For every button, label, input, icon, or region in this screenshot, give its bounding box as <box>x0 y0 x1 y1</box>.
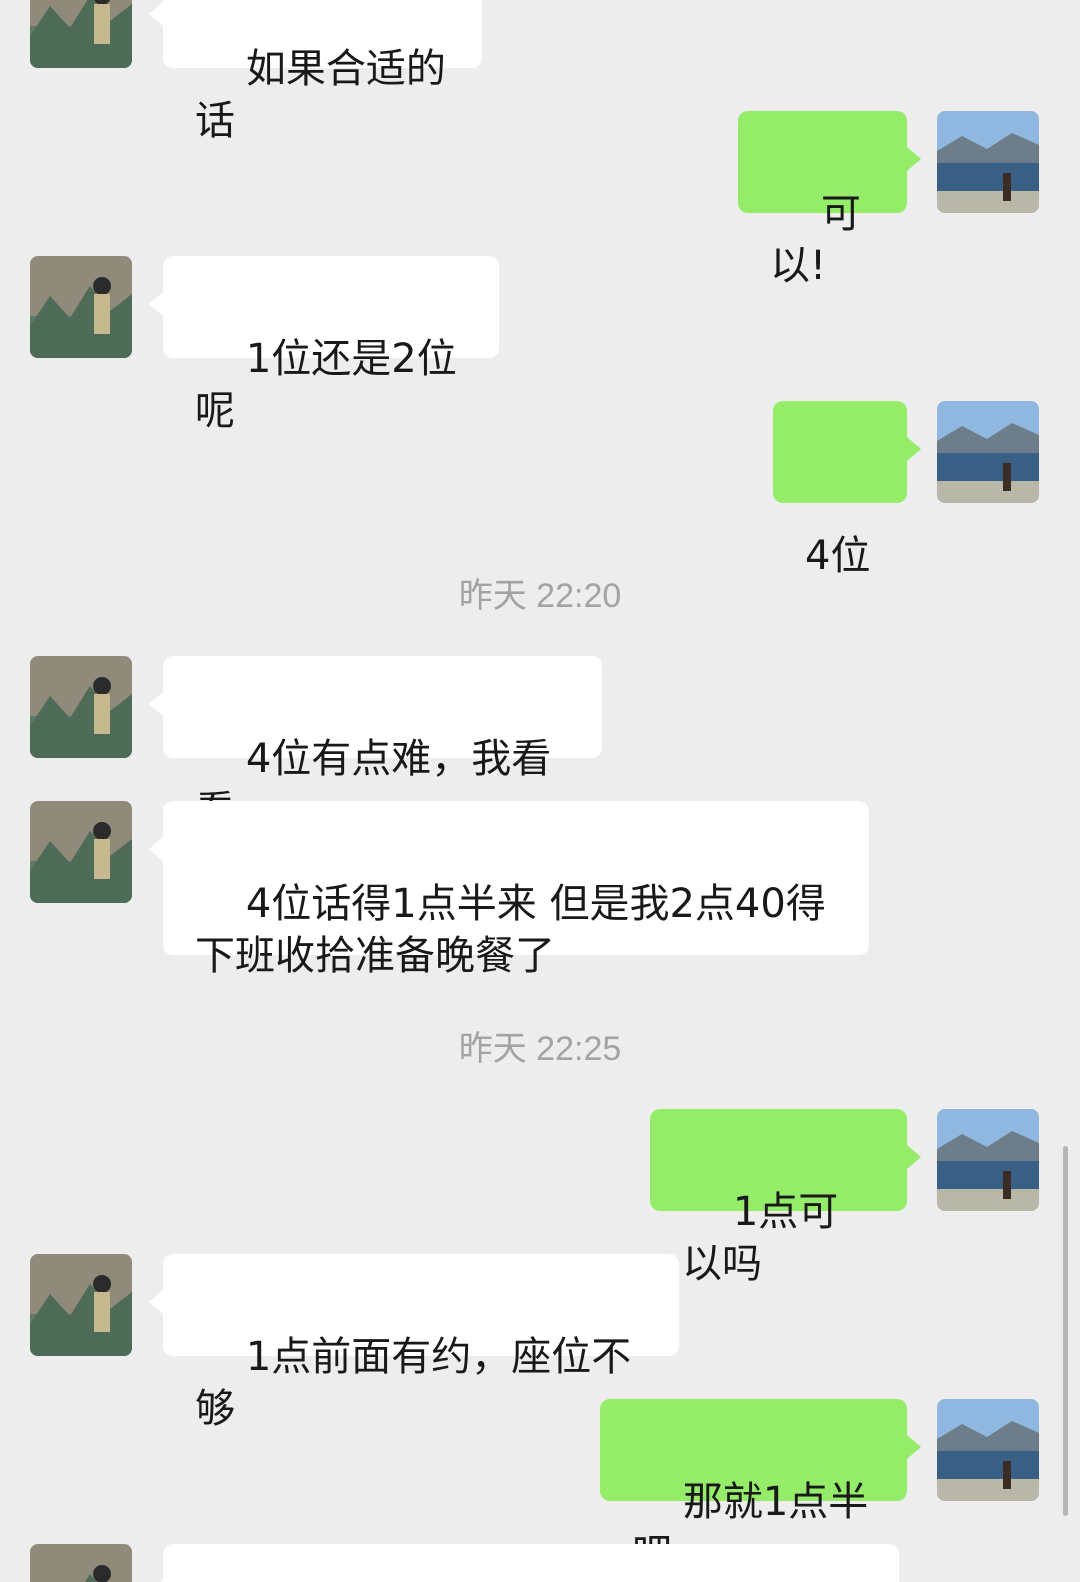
outgoing-message-bubble[interactable]: 4位 <box>773 401 921 579</box>
contact-avatar[interactable] <box>30 256 132 358</box>
painted-landscape-avatar-icon <box>30 1254 132 1356</box>
incoming-message-bubble[interactable]: 如果合适的话 <box>149 0 482 144</box>
painted-landscape-avatar-icon <box>30 801 132 903</box>
painted-landscape-avatar-icon <box>30 1544 132 1582</box>
lake-mountain-avatar-icon <box>937 1109 1039 1211</box>
my-avatar[interactable] <box>937 401 1039 503</box>
incoming-message-bubble[interactable]: 4位有点难，我看看 <box>149 656 602 834</box>
message-text: 可以! <box>770 191 861 289</box>
painted-landscape-avatar-icon <box>30 656 132 758</box>
incoming-message-bubble[interactable]: 1点前面有约，座位不够 <box>149 1254 679 1432</box>
incoming-message-bubble[interactable]: 4位话得1点半来 但是我2点40得 下班收拾准备晚餐了 <box>149 801 869 979</box>
message-text: 4位话得1点半来 但是我2点40得 下班收拾准备晚餐了 <box>195 881 826 979</box>
painted-landscape-avatar-icon <box>30 0 132 68</box>
my-avatar[interactable] <box>937 1399 1039 1501</box>
contact-avatar[interactable] <box>30 1254 132 1356</box>
timestamp: 昨天 22:25 <box>458 1030 622 1068</box>
contact-avatar[interactable] <box>30 801 132 903</box>
lake-mountain-avatar-icon <box>937 1399 1039 1501</box>
outgoing-message-bubble[interactable]: 1点可以吗 <box>650 1109 921 1287</box>
contact-avatar[interactable] <box>30 1544 132 1582</box>
my-avatar[interactable] <box>937 1109 1039 1211</box>
message-text: 1点可以吗 <box>682 1189 839 1287</box>
timestamp: 昨天 22:20 <box>458 577 622 615</box>
lake-mountain-avatar-icon <box>937 111 1039 213</box>
contact-avatar[interactable] <box>30 656 132 758</box>
outgoing-message-bubble[interactable]: 那就1点半吧 <box>600 1399 921 1577</box>
incoming-message-bubble[interactable] <box>149 1544 899 1582</box>
message-text: 1点前面有约，座位不够 <box>195 1334 632 1432</box>
lake-mountain-avatar-icon <box>937 401 1039 503</box>
message-text: 如果合适的话 <box>195 46 446 144</box>
outgoing-message-bubble[interactable]: 可以! <box>738 111 921 289</box>
my-avatar[interactable] <box>937 111 1039 213</box>
incoming-message-bubble[interactable]: 1位还是2位呢 <box>149 256 499 434</box>
message-text: 1位还是2位呢 <box>195 336 457 434</box>
painted-landscape-avatar-icon <box>30 256 132 358</box>
scrollbar[interactable] <box>1063 1146 1068 1516</box>
chat-message-list[interactable]: 如果合适的话 可以! 1位还是2位呢 4位 昨天 22:20 4位有点难，我看看… <box>0 0 1080 1582</box>
contact-avatar[interactable] <box>30 0 132 68</box>
